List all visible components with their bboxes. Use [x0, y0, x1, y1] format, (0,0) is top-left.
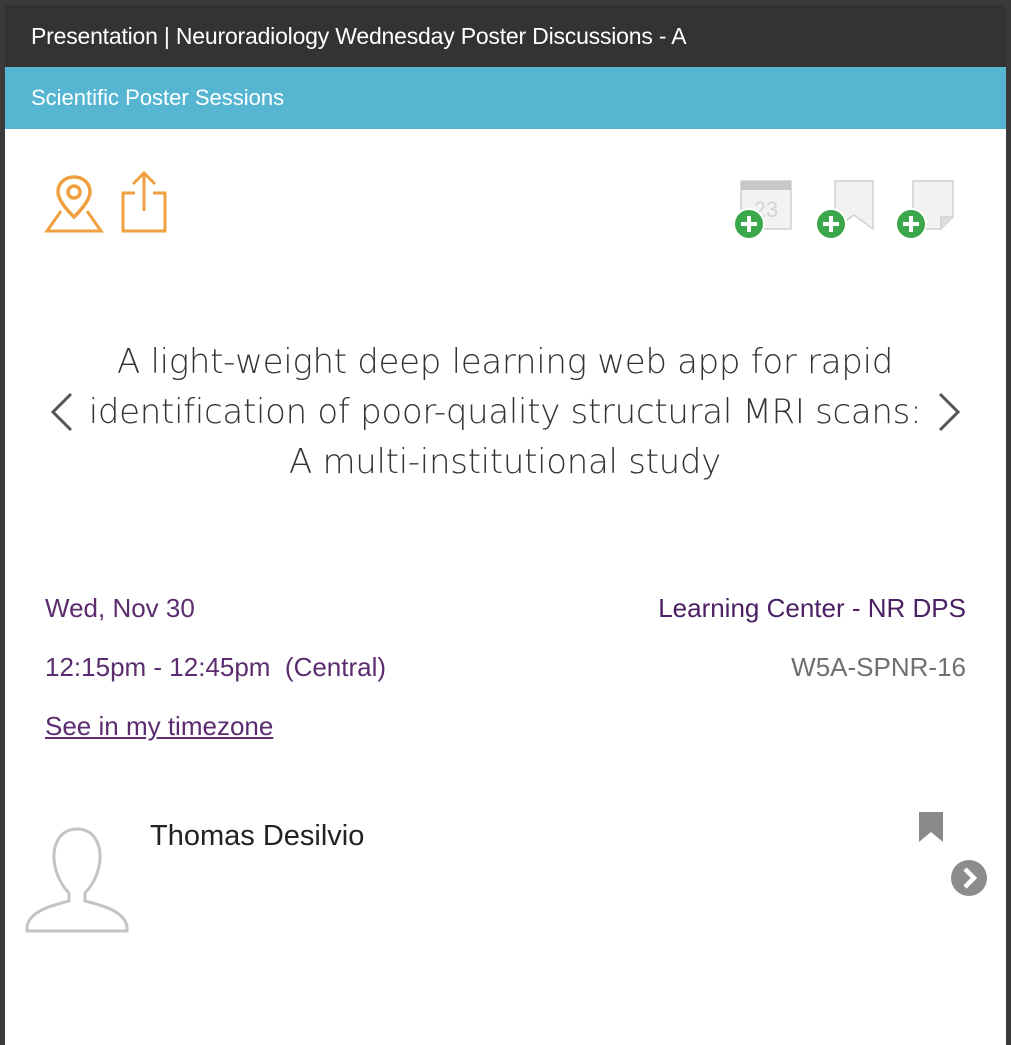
next-presentation-icon[interactable]	[934, 390, 964, 439]
title-line: A light-weight deep learning web app for…	[116, 342, 894, 382]
see-in-my-timezone-link[interactable]: See in my timezone	[45, 711, 273, 742]
title-line: identification of poor-quality structura…	[88, 392, 922, 432]
session-type-bar: Scientific Poster Sessions	[5, 67, 1006, 129]
bookmark-icon[interactable]	[918, 811, 944, 848]
page-title: Presentation | Neuroradiology Wednesday …	[31, 22, 687, 49]
previous-presentation-icon[interactable]	[47, 390, 77, 439]
author-name[interactable]: Thomas Desilvio	[150, 820, 364, 853]
session-type-label: Scientific Poster Sessions	[31, 85, 285, 110]
right-backdrop-edge	[1006, 0, 1011, 1045]
author-details-chevron-icon[interactable]	[949, 858, 989, 903]
left-backdrop-edge	[0, 0, 5, 1045]
author-avatar-icon	[23, 823, 131, 940]
map-pin-icon[interactable]	[43, 173, 105, 235]
presentation-time: 12:15pm - 12:45pm (Central)	[45, 652, 387, 682]
presentation-location: Learning Center - NR DPS	[658, 593, 966, 623]
modal-title-bar: Presentation | Neuroradiology Wednesday …	[5, 5, 1006, 67]
share-icon[interactable]	[119, 169, 169, 235]
presentation-date: Wed, Nov 30	[45, 593, 195, 623]
presentation-modal: Presentation | Neuroradiology Wednesday …	[5, 5, 1006, 1045]
presentation-title: A light-weight deep learning web app for…	[85, 337, 925, 487]
add-note-icon[interactable]	[893, 177, 959, 245]
presentation-code: W5A-SPNR-16	[791, 652, 966, 682]
add-to-calendar-icon[interactable]: 23	[731, 177, 797, 245]
title-line: A multi-institutional study	[288, 442, 721, 482]
add-bookmark-icon[interactable]	[813, 177, 879, 245]
